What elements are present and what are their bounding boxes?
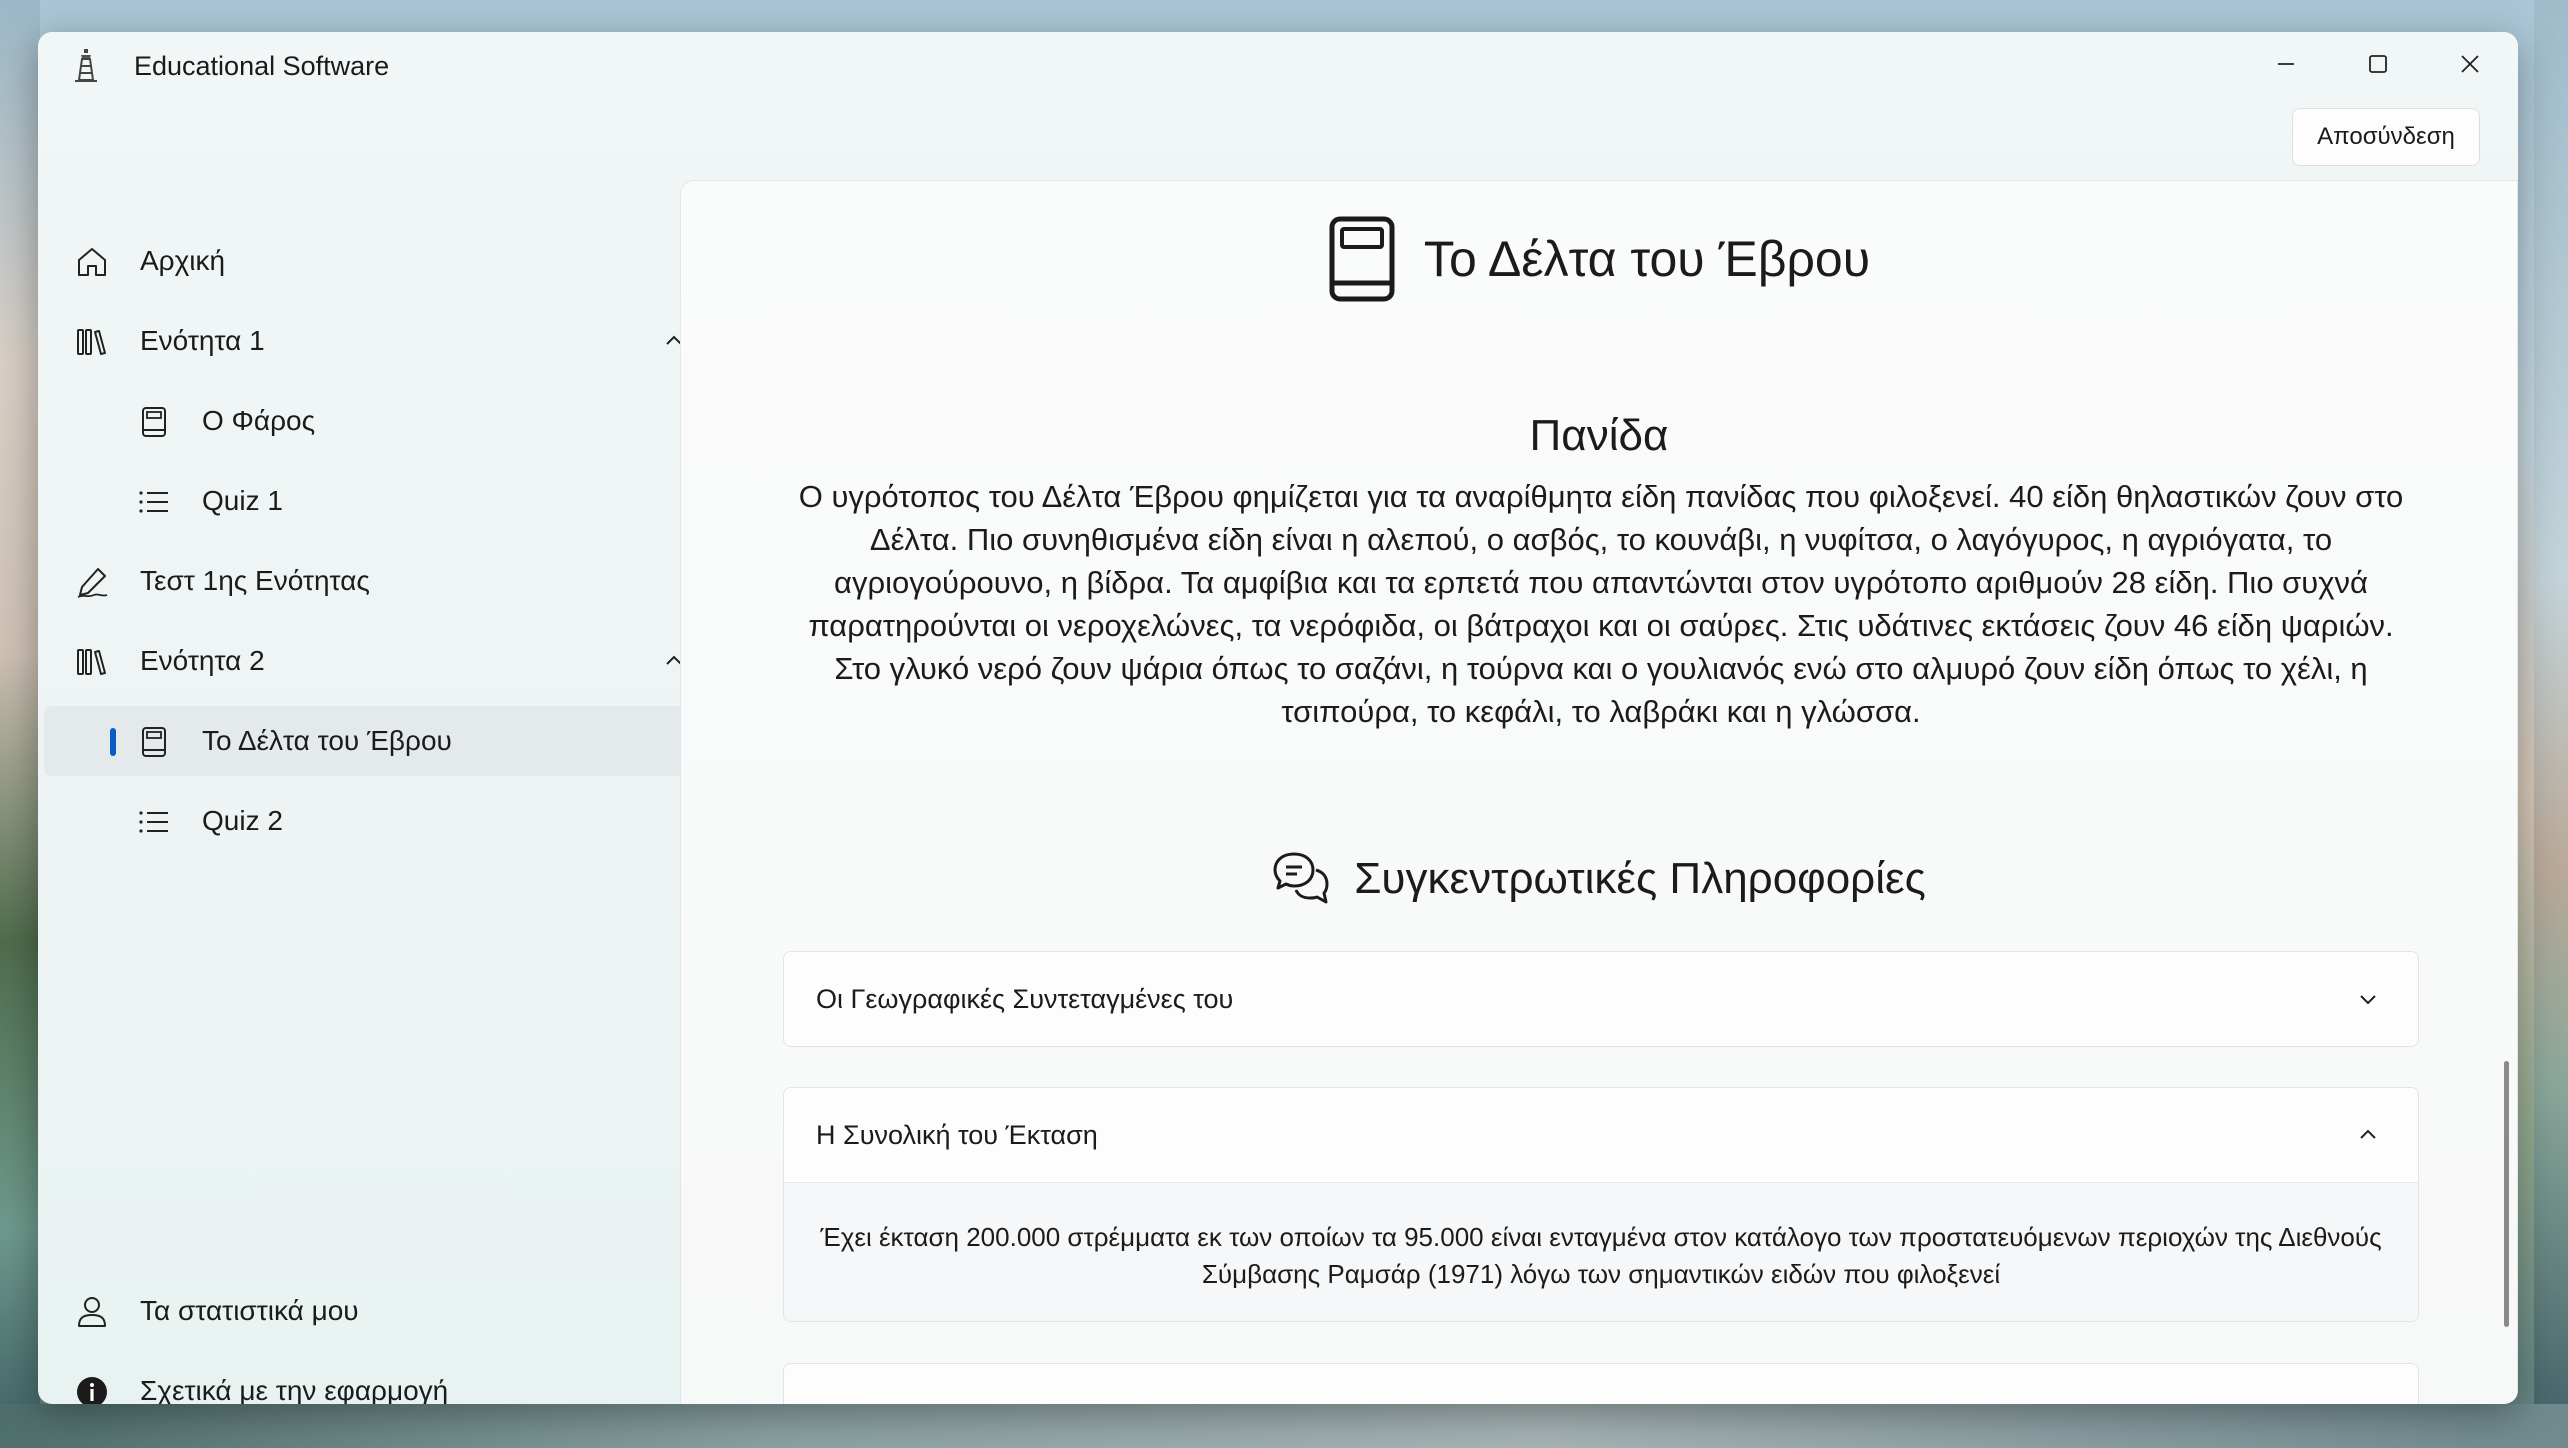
sidebar-item-quiz-2[interactable]: Quiz 2 — [44, 786, 708, 856]
logout-button[interactable]: Αποσύνδεση — [2292, 108, 2480, 166]
sidebar-item-section-2[interactable]: Ενότητα 2 — [44, 626, 708, 696]
page-header: Το Δέλτα του Έβρου — [681, 209, 2517, 309]
sidebar-item-label: Ενότητα 1 — [140, 325, 265, 356]
close-icon — [2461, 55, 2479, 73]
sidebar-item-label: Τεστ 1ης Ενότητας — [140, 565, 370, 596]
sidebar-item-about[interactable]: Σχετικά με την εφαρμογή — [44, 1356, 708, 1404]
sidebar-item-my-stats[interactable]: Τα στατιστικά μου — [44, 1276, 708, 1346]
expander-label: Οι Γεωγραφικές Συντεταγμένες του — [816, 984, 1234, 1014]
chevron-up-icon — [2360, 1129, 2376, 1139]
sidebar-item-label: Ενότητα 2 — [140, 645, 265, 676]
sidebar-item-home[interactable]: Αρχική — [44, 226, 708, 296]
expander-next[interactable] — [783, 1363, 2419, 1404]
expander-body: Έχει έκταση 200.000 στρέμματα εκ των οπο… — [784, 1182, 2418, 1321]
sidebar-item-section-1[interactable]: Ενότητα 1 — [44, 306, 708, 376]
maximize-icon — [2369, 55, 2387, 73]
sidebar-item-label: Σχετικά με την εφαρμογή — [140, 1375, 449, 1404]
vertical-scrollbar[interactable] — [2504, 1061, 2509, 1327]
list-icon — [139, 811, 168, 833]
expander-total-area[interactable]: Η Συνολική του Έκταση Έχει έκταση 200.00… — [783, 1087, 2419, 1322]
selection-indicator — [110, 728, 116, 756]
book-icon — [142, 407, 166, 437]
page-title: Το Δέλτα του Έβρου — [1423, 231, 1871, 287]
summary-header: Συγκεντρωτικές Πληροφορίες — [681, 839, 2517, 919]
content-pane[interactable]: Το Δέλτα του Έβρου Πανίδα Ο υγρότοπος το… — [680, 180, 2518, 1404]
book-icon — [142, 727, 166, 757]
close-button[interactable] — [2440, 42, 2500, 86]
expander-header[interactable]: Η Συνολική του Έκταση — [784, 1088, 2418, 1182]
lighthouse-icon — [66, 46, 106, 86]
minimize-icon — [2278, 63, 2294, 65]
chat-bubbles-icon — [1273, 852, 1329, 904]
home-icon — [78, 248, 106, 276]
fauna-paragraph: Ο υγρότοπος του Δέλτα Έβρου φημίζεται γι… — [798, 479, 2404, 729]
sidebar-item-label: Αρχική — [140, 245, 226, 276]
maximize-button[interactable] — [2348, 42, 2408, 86]
sidebar-item-label: Το Δέλτα του Έβρου — [202, 725, 452, 756]
sidebar-item-evros-delta[interactable]: Το Δέλτα του Έβρου — [44, 706, 708, 776]
sidebar-item-label: Ο Φάρος — [202, 405, 316, 436]
summary-title: Συγκεντρωτικές Πληροφορίες — [1354, 854, 1926, 903]
sidebar-item-lighthouse[interactable]: Ο Φάρος — [44, 386, 708, 456]
section-title: Πανίδα — [1529, 411, 1669, 460]
sidebar-item-section-1-test[interactable]: Τεστ 1ης Ενότητας — [44, 546, 708, 616]
sidebar-item-label: Quiz 2 — [202, 805, 283, 836]
expander-label: Η Συνολική του Έκταση — [816, 1120, 1098, 1150]
library-icon — [77, 649, 106, 675]
book-icon — [1329, 216, 1395, 302]
desktop-wallpaper-left — [0, 0, 40, 1448]
window-title: Educational Software — [134, 51, 390, 81]
sidebar-item-label: Quiz 1 — [202, 485, 283, 516]
desktop-wallpaper-right — [2534, 0, 2568, 1448]
sidebar-item-quiz-1[interactable]: Quiz 1 — [44, 466, 708, 536]
expander-header[interactable]: Οι Γεωγραφικές Συντεταγμένες του — [784, 952, 2418, 1046]
expander-coordinates[interactable]: Οι Γεωγραφικές Συντεταγμένες του — [783, 951, 2419, 1047]
minimize-button[interactable] — [2256, 42, 2316, 86]
chevron-down-icon — [2360, 995, 2376, 1005]
person-icon — [78, 1297, 106, 1327]
info-icon — [77, 1377, 107, 1404]
desktop-wallpaper-bottom — [0, 1404, 2568, 1448]
signature-icon — [77, 568, 108, 598]
list-icon — [139, 491, 168, 513]
sidebar-item-label: Τα στατιστικά μου — [140, 1295, 359, 1326]
library-icon — [77, 329, 106, 355]
app-window: Educational Software Αποσύνδεση Αρχική Ε… — [38, 32, 2518, 1404]
title-bar[interactable]: Educational Software — [38, 32, 2518, 128]
